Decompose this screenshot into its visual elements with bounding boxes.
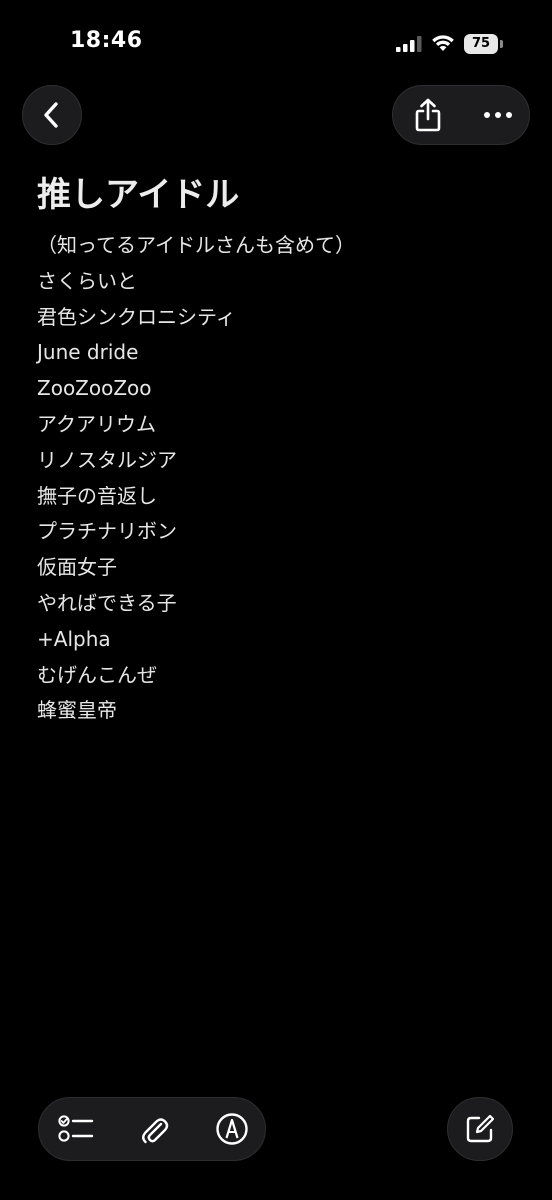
note-body[interactable]: 推しアイドル （知ってるアイドルさんも含めて） さくらいと 君色シンクロニシティ…	[37, 170, 517, 729]
note-line[interactable]: （知ってるアイドルさんも含めて）	[37, 228, 517, 264]
status-time: 18:46	[70, 28, 143, 53]
note-line[interactable]: やればできる子	[37, 586, 517, 622]
note-line[interactable]: 君色シンクロニシティ	[37, 300, 517, 336]
checklist-icon	[58, 1115, 94, 1142]
cellular-signal-icon	[396, 36, 422, 52]
status-bar: 18:46 75	[0, 0, 552, 88]
note-line[interactable]: 仮面女子	[37, 550, 517, 586]
battery-cap	[500, 40, 503, 48]
note-line[interactable]: リノスタルジア	[37, 443, 517, 479]
note-line[interactable]: プラチナリボン	[37, 514, 517, 550]
note-line[interactable]: June dride	[37, 335, 517, 371]
note-line[interactable]: 撫子の音返し	[37, 479, 517, 515]
bottom-toolbar	[38, 1097, 266, 1161]
chevron-left-icon	[44, 102, 58, 128]
battery-level: 75	[464, 34, 498, 54]
more-button[interactable]	[473, 90, 523, 140]
paperclip-icon	[142, 1118, 169, 1144]
markup-pen-icon	[216, 1113, 248, 1145]
note-line[interactable]: +Alpha	[37, 622, 517, 658]
share-button[interactable]	[403, 90, 453, 140]
attachment-button[interactable]	[129, 1104, 179, 1154]
markup-button[interactable]	[207, 1104, 257, 1154]
nav-action-group	[392, 85, 530, 145]
checklist-button[interactable]	[51, 1104, 101, 1154]
compose-icon	[466, 1114, 495, 1143]
battery-icon: 75	[464, 34, 504, 54]
note-line[interactable]: さくらいと	[37, 264, 517, 300]
ellipsis-icon	[484, 112, 512, 118]
back-button[interactable]	[22, 85, 82, 145]
share-icon	[415, 98, 441, 132]
note-line[interactable]: ZooZooZoo	[37, 371, 517, 407]
note-line[interactable]: アクアリウム	[37, 407, 517, 443]
note-title[interactable]: 推しアイドル	[37, 170, 517, 220]
compose-button[interactable]	[447, 1097, 513, 1161]
note-line[interactable]: 蜂蜜皇帝	[37, 693, 517, 729]
wifi-icon	[432, 35, 454, 51]
note-line[interactable]: むげんこんぜ	[37, 658, 517, 694]
